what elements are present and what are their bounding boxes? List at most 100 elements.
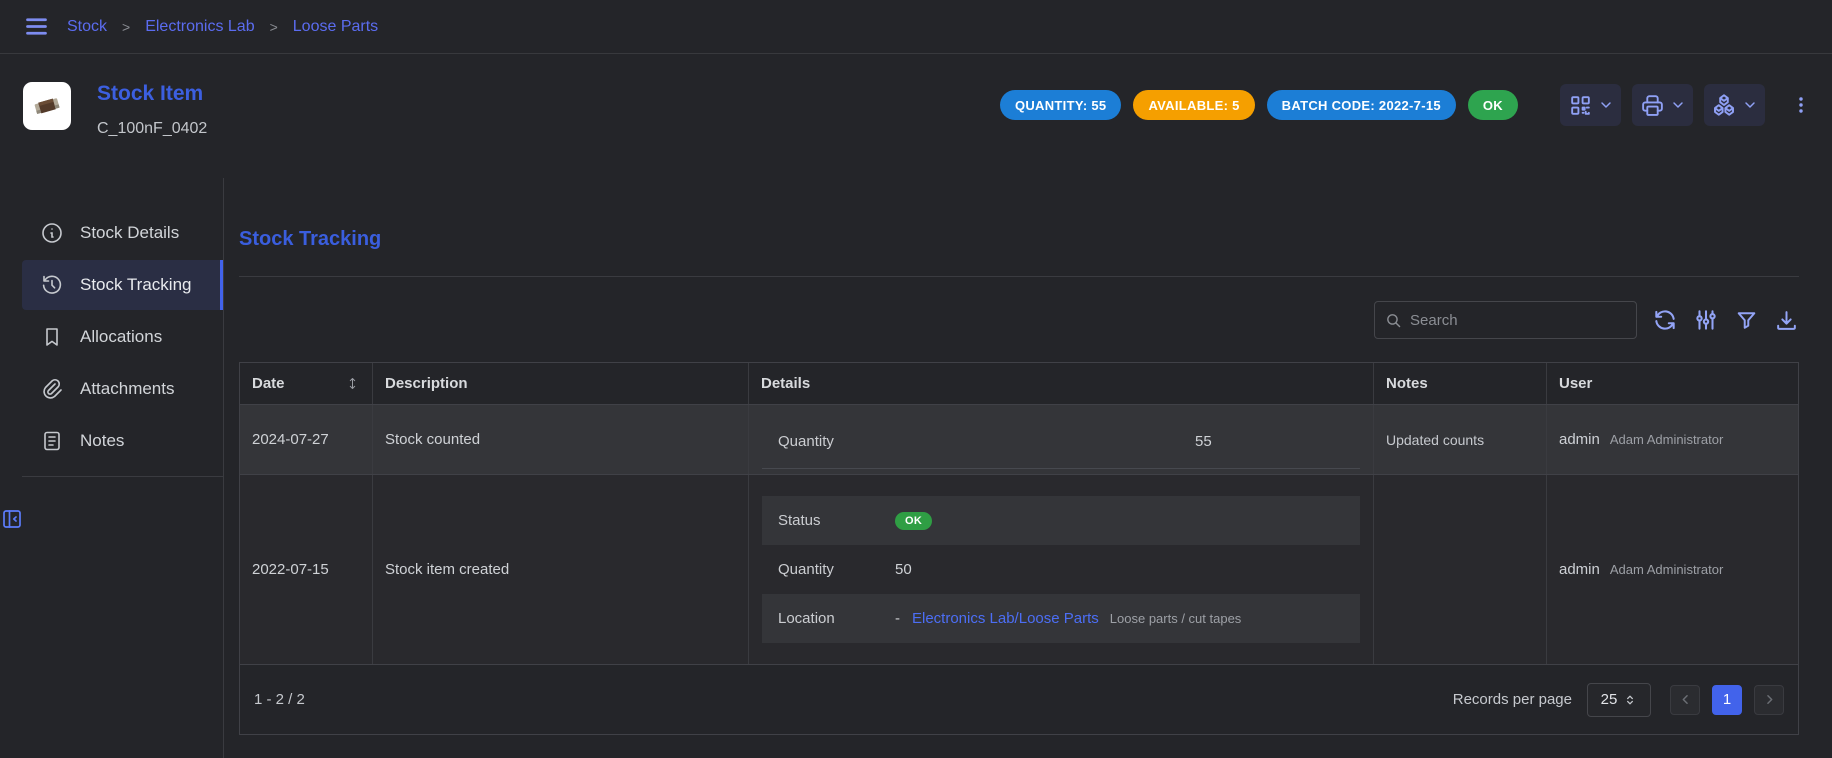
notes-cell: Updated counts xyxy=(1373,405,1546,474)
chevron-left-icon xyxy=(1678,692,1693,707)
notes-icon xyxy=(40,429,64,453)
user-cell: admin Adam Administrator xyxy=(1546,475,1798,664)
page-1-button[interactable]: 1 xyxy=(1712,685,1742,715)
table-settings-button[interactable] xyxy=(1693,307,1719,333)
column-header-notes: Notes xyxy=(1373,363,1546,404)
refresh-button[interactable] xyxy=(1652,307,1678,333)
previous-page-button[interactable] xyxy=(1670,685,1700,715)
description-cell: Stock item created xyxy=(372,475,748,664)
available-badge: AVAILABLE: 5 xyxy=(1133,90,1254,120)
page-title: Stock Item xyxy=(97,82,207,106)
location-description: Loose parts / cut tapes xyxy=(1110,611,1242,626)
chevron-down-icon xyxy=(1598,97,1614,113)
next-page-button[interactable] xyxy=(1754,685,1784,715)
detail-quantity-row: Quantity 50 xyxy=(762,545,1360,594)
notes-cell xyxy=(1373,475,1546,664)
header-actions xyxy=(1560,84,1812,126)
sidebar-item-label: Stock Tracking xyxy=(80,275,192,295)
packages-icon xyxy=(1711,92,1737,118)
chevron-down-icon xyxy=(1670,97,1686,113)
breadcrumb-stock[interactable]: Stock xyxy=(67,18,107,36)
username: admin xyxy=(1559,431,1600,448)
chevron-right-icon xyxy=(1762,692,1777,707)
selector-icon xyxy=(1623,693,1637,707)
table-footer: 1 - 2 / 2 Records per page 25 xyxy=(240,664,1798,734)
detail-location-row: Location - Electronics Lab/Loose Parts L… xyxy=(762,594,1360,643)
capacitor-image xyxy=(27,86,67,126)
breadcrumb-loose-parts[interactable]: Loose Parts xyxy=(293,18,378,36)
batch-code-badge: BATCH CODE: 2022-7-15 xyxy=(1267,90,1456,120)
filter-button[interactable] xyxy=(1734,308,1759,333)
sidebar-item-label: Attachments xyxy=(80,379,175,399)
sidebar-item-label: Allocations xyxy=(80,327,162,347)
qrcode-icon xyxy=(1568,93,1593,118)
sidebar-item-stock-details[interactable]: Stock Details xyxy=(22,208,223,258)
user-cell: admin Adam Administrator xyxy=(1546,405,1798,474)
breadcrumb-separator: > xyxy=(270,19,278,35)
print-actions-button[interactable] xyxy=(1632,84,1693,126)
top-navigation-bar: Stock > Electronics Lab > Loose Parts xyxy=(0,0,1832,54)
search-input[interactable] xyxy=(1410,312,1626,329)
details-cell: Status OK Quantity 50 Location - Electro… xyxy=(748,475,1373,664)
details-cell: Quantity 55 xyxy=(748,405,1373,474)
sidebar: Stock Details Stock Tracking Allocations… xyxy=(0,178,224,758)
sort-icon xyxy=(345,376,360,391)
status-ok-badge: OK xyxy=(1468,90,1518,120)
adjustments-icon xyxy=(1693,307,1719,333)
breadcrumb-electronics-lab[interactable]: Electronics Lab xyxy=(145,18,254,36)
sidebar-collapse-icon xyxy=(0,507,24,531)
part-thumbnail[interactable] xyxy=(23,82,71,130)
detail-quantity-row: Quantity 55 xyxy=(762,416,1360,469)
column-header-user: User xyxy=(1546,363,1798,404)
column-header-description: Description xyxy=(372,363,748,404)
records-per-page-select[interactable]: 25 xyxy=(1587,683,1651,717)
part-name: C_100nF_0402 xyxy=(97,120,207,138)
sidebar-item-label: Stock Details xyxy=(80,223,179,243)
panel-divider xyxy=(239,276,1799,277)
sidebar-divider xyxy=(22,476,223,477)
date-cell: 2024-07-27 xyxy=(240,405,372,474)
sidebar-item-label: Notes xyxy=(80,431,124,451)
menu-icon[interactable] xyxy=(23,13,50,40)
status-badges: QUANTITY: 55 AVAILABLE: 5 BATCH CODE: 20… xyxy=(1000,90,1518,120)
detail-status-row: Status OK xyxy=(762,496,1360,545)
panel-title: Stock Tracking xyxy=(239,228,1799,251)
printer-icon xyxy=(1640,93,1665,118)
search-box xyxy=(1374,301,1637,339)
filter-icon xyxy=(1734,308,1759,333)
download-icon xyxy=(1774,308,1799,333)
stock-item-header: Stock Item C_100nF_0402 QUANTITY: 55 AVA… xyxy=(0,54,1832,178)
status-ok-pill: OK xyxy=(895,512,932,530)
column-header-date[interactable]: Date xyxy=(240,363,372,404)
sidebar-item-attachments[interactable]: Attachments xyxy=(22,364,223,414)
sidebar-item-stock-tracking[interactable]: Stock Tracking xyxy=(22,260,223,310)
history-icon xyxy=(40,273,64,297)
detail-quantity-value: 50 xyxy=(895,561,912,578)
barcode-actions-button[interactable] xyxy=(1560,84,1621,126)
quantity-badge: QUANTITY: 55 xyxy=(1000,90,1121,120)
table-row[interactable]: 2024-07-27 Stock counted Quantity 55 Upd… xyxy=(240,404,1798,474)
refresh-icon xyxy=(1652,307,1678,333)
detail-quantity-value: 55 xyxy=(1195,433,1212,450)
chevron-down-icon xyxy=(1742,97,1758,113)
description-cell: Stock counted xyxy=(372,405,748,474)
breadcrumb-separator: > xyxy=(122,19,130,35)
bookmark-icon xyxy=(40,325,64,349)
location-prefix: - xyxy=(895,610,900,627)
stock-tracking-panel: Stock Tracking Date xyxy=(224,178,1832,758)
stock-tracking-table: Date Description Details Notes User 2024… xyxy=(239,362,1799,735)
pagination: 1 xyxy=(1670,685,1784,715)
table-row[interactable]: 2022-07-15 Stock item created Status OK … xyxy=(240,474,1798,664)
record-range: 1 - 2 / 2 xyxy=(254,691,305,708)
records-per-page-label: Records per page xyxy=(1453,691,1572,708)
sidebar-item-notes[interactable]: Notes xyxy=(22,416,223,466)
download-button[interactable] xyxy=(1774,308,1799,333)
user-fullname: Adam Administrator xyxy=(1610,562,1723,577)
stock-actions-button[interactable] xyxy=(1704,84,1765,126)
dots-vertical-icon xyxy=(1790,94,1812,116)
sidebar-collapse-button[interactable] xyxy=(0,507,223,531)
sidebar-item-allocations[interactable]: Allocations xyxy=(22,312,223,362)
breadcrumb: Stock > Electronics Lab > Loose Parts xyxy=(67,18,378,36)
location-link[interactable]: Electronics Lab/Loose Parts xyxy=(912,610,1099,627)
more-options-button[interactable] xyxy=(1790,94,1812,116)
